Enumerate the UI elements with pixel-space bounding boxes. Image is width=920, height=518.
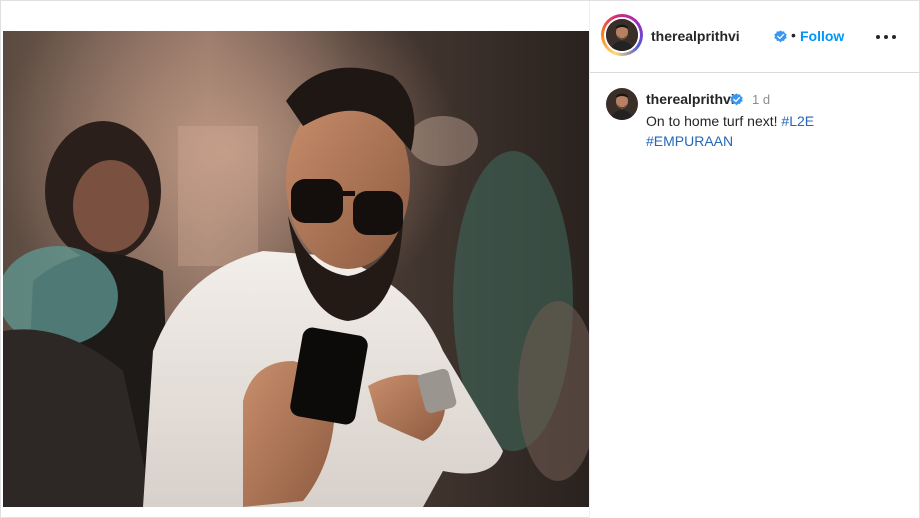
- header-username[interactable]: therealprithvi: [651, 28, 740, 44]
- post-header: therealprithvi • Follow: [590, 1, 920, 73]
- verified-badge-icon: [730, 93, 743, 106]
- post-time[interactable]: 1 d: [752, 92, 770, 107]
- caption-body: On to home turf next!: [646, 113, 778, 129]
- post-photo-image: [3, 31, 589, 507]
- post-photo[interactable]: [3, 31, 589, 507]
- caption-text: On to home turf next! #L2E #EMPURAAN: [646, 111, 886, 151]
- author-avatar[interactable]: [601, 14, 643, 56]
- follow-button[interactable]: Follow: [800, 28, 844, 44]
- profile-photo-icon: [606, 19, 638, 51]
- hashtag-l2e[interactable]: #L2E: [781, 113, 814, 129]
- caption-username[interactable]: therealprithvi: [646, 91, 735, 107]
- verified-badge-icon: [774, 30, 787, 43]
- post-side-panel: therealprithvi • Follow therealprithvi 1…: [589, 1, 920, 518]
- hashtag-empuraan[interactable]: #EMPURAAN: [646, 133, 733, 149]
- instagram-post: therealprithvi • Follow therealprithvi 1…: [0, 0, 920, 518]
- separator-dot: •: [791, 27, 796, 43]
- more-options-icon[interactable]: [874, 27, 898, 47]
- caption-avatar-icon[interactable]: [606, 88, 638, 120]
